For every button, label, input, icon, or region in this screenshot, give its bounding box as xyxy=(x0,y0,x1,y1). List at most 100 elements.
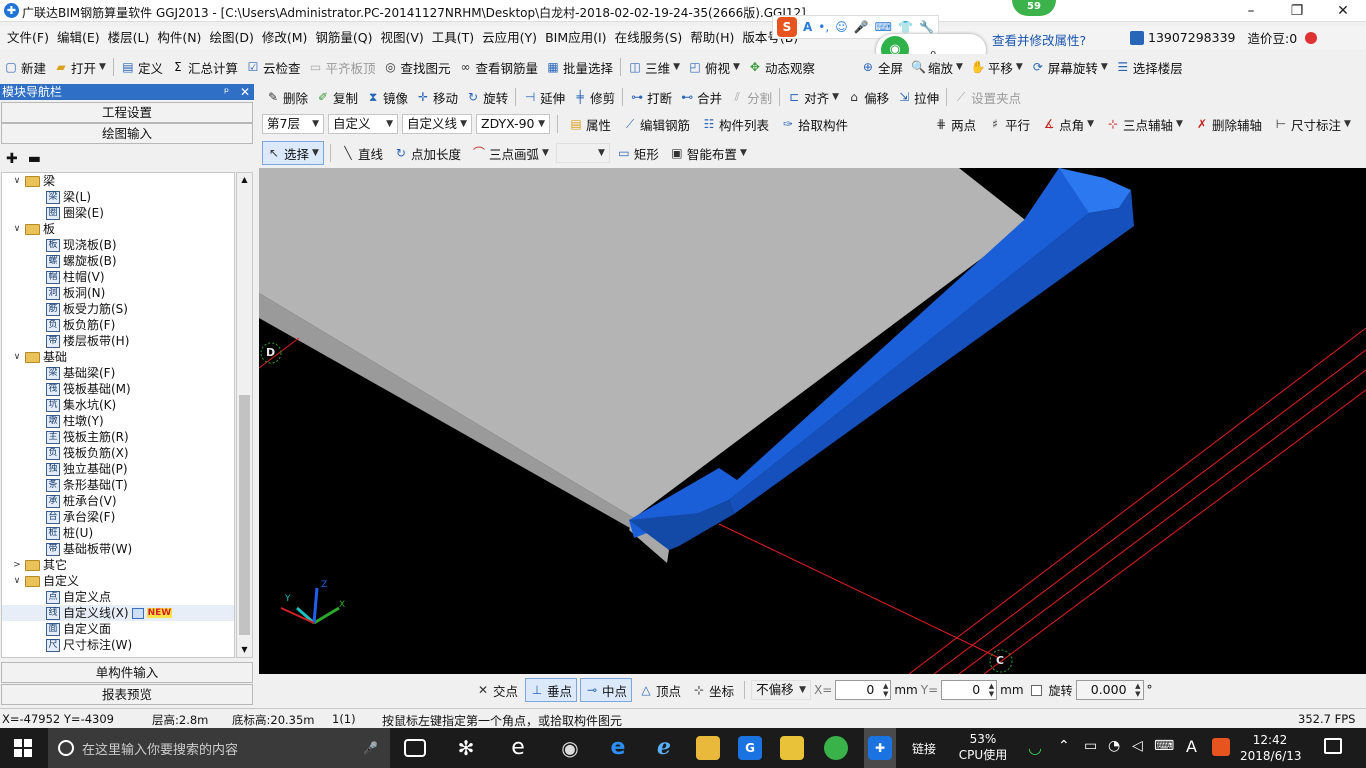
split-button[interactable]: ⫽ 分割 xyxy=(726,85,776,109)
menu-tools[interactable]: 工具(T) xyxy=(428,26,478,50)
menu-online[interactable]: 在线服务(S) xyxy=(611,26,687,50)
property-tip-link[interactable]: 查看并修改属性? xyxy=(992,30,1086,49)
find-element-button[interactable]: ◎ 查找图元 xyxy=(380,55,455,79)
notes-app-icon[interactable] xyxy=(780,736,804,760)
stretch-button[interactable]: ⇲ 拉伸 xyxy=(893,85,943,109)
three-point-arc-button[interactable]: ⌒ 三点画弧 ▼ xyxy=(468,141,553,165)
tree-item[interactable]: 点自定义点 xyxy=(2,589,234,605)
parallel-button[interactable]: ♯ 平行 xyxy=(984,112,1034,136)
tree-item[interactable]: 坑集水坑(K) xyxy=(2,397,234,413)
tree-item[interactable]: 板现浇板(B) xyxy=(2,237,234,253)
drawing-viewport[interactable]: D C X Y Z xyxy=(259,168,1366,674)
x-offset-input[interactable]: 0 ▲ ▼ xyxy=(835,680,892,700)
expand-toggle-icon[interactable]: > xyxy=(12,557,22,573)
rotate-screen-button[interactable]: ⟳ 屏幕旋转 ▼ xyxy=(1027,55,1112,79)
align-button[interactable]: ⊏ 对齐 ▼ xyxy=(783,85,843,109)
floor-select[interactable]: 第7层 ▼ xyxy=(262,114,324,134)
report-preview-button[interactable]: 报表预览 xyxy=(1,684,253,705)
tree-item[interactable]: 尺尺寸标注(W) xyxy=(2,637,234,653)
batch-select-button[interactable]: ▦ 批量选择 xyxy=(542,55,617,79)
y-offset-input[interactable]: 0 ▲ ▼ xyxy=(941,680,998,700)
pick-member-button[interactable]: ✑ 拾取构件 xyxy=(777,112,852,136)
extend-button[interactable]: ⊣ 延伸 xyxy=(519,85,569,109)
tree-item[interactable]: 主筏板主筋(R) xyxy=(2,429,234,445)
task-view-icon[interactable] xyxy=(404,739,426,757)
glodon-app-icon[interactable]: G xyxy=(738,736,762,760)
menu-modify[interactable]: 修改(M) xyxy=(258,26,312,50)
offset-button[interactable]: ⌂ 偏移 xyxy=(843,85,893,109)
tree-item[interactable]: 筋板受力筋(S) xyxy=(2,301,234,317)
tree-item[interactable]: 条条形基础(T) xyxy=(2,477,234,493)
rotate-angle-input[interactable]: 0.000 ▲ ▼ xyxy=(1075,680,1144,700)
rotate-checkbox[interactable] xyxy=(1030,684,1042,696)
edge-browser-icon[interactable]: e xyxy=(606,736,630,760)
menu-bim[interactable]: BIM应用(I) xyxy=(541,26,611,50)
delete-button[interactable]: ✎ 删除 xyxy=(262,85,312,109)
snap-intersection-button[interactable]: ✕ 交点 xyxy=(472,678,522,702)
category-select[interactable]: 自定义 ▼ xyxy=(328,114,398,134)
tree-item[interactable]: 梁基础梁(F) xyxy=(2,365,234,381)
dimension-button[interactable]: ⊢ 尺寸标注 ▼ xyxy=(1270,112,1355,136)
new-button[interactable]: ▢ 新建 xyxy=(0,55,50,79)
copy-button[interactable]: ✐ 复制 xyxy=(312,85,362,109)
tree-category[interactable]: ∨ 自定义 xyxy=(2,573,234,589)
tree-category[interactable]: ∨ 梁 xyxy=(2,173,234,189)
sogou-logo-icon[interactable]: S xyxy=(777,17,797,37)
member-list-button[interactable]: ☷ 构件列表 xyxy=(698,112,773,136)
microphone-icon[interactable]: 🎤 xyxy=(363,741,378,755)
move-button[interactable]: ✛ 移动 xyxy=(412,85,462,109)
chevron-up-icon[interactable]: ⌃ xyxy=(1058,738,1070,754)
scroll-up-icon[interactable]: ▲ xyxy=(237,173,252,187)
cpu-meter[interactable]: 53% CPU使用 xyxy=(958,731,1008,763)
trim-button[interactable]: ╪ 修剪 xyxy=(569,85,619,109)
ime-punct-icon[interactable]: •, xyxy=(818,20,829,34)
browser-360-icon[interactable] xyxy=(824,736,848,760)
speed-browser-icon[interactable]: ◉ xyxy=(558,736,582,760)
dynamic-view-button[interactable]: ✥ 动态观察 xyxy=(744,55,819,79)
rectangle-button[interactable]: ▭ 矩形 xyxy=(613,141,663,165)
collapse-toggle-icon[interactable]: ∨ xyxy=(12,349,22,365)
phone-number[interactable]: 13907298339 xyxy=(1148,30,1235,45)
snap-vertex-button[interactable]: △ 顶点 xyxy=(635,678,685,702)
collapse-toggle-icon[interactable]: ∨ xyxy=(12,173,22,189)
member-name-select[interactable]: ZDYX-90 ▼ xyxy=(476,114,550,134)
tree-item[interactable]: 带楼层板带(H) xyxy=(2,333,234,349)
ime-lang-icon[interactable]: A xyxy=(803,20,812,34)
project-settings-button[interactable]: 工程设置 xyxy=(1,102,253,123)
ime-settings-icon[interactable]: 🔧 xyxy=(919,20,934,34)
ime-voice-icon[interactable]: 🎤 xyxy=(854,20,869,34)
minimize-button[interactable]: – xyxy=(1228,0,1274,22)
ie-icon[interactable]: ℯ xyxy=(652,736,676,760)
tree-item[interactable]: 帽柱帽(V) xyxy=(2,269,234,285)
set-grip-button[interactable]: ⟋ 设置夹点 xyxy=(950,85,1025,109)
menu-view[interactable]: 视图(V) xyxy=(376,26,427,50)
tree-item[interactable]: 圈圈梁(E) xyxy=(2,205,234,221)
windows-start-icon[interactable] xyxy=(14,739,32,757)
menu-floor[interactable]: 楼层(L) xyxy=(104,26,154,50)
rotate-spinner-icon[interactable]: ▲ ▼ xyxy=(1135,682,1140,698)
mirror-button[interactable]: ⧗ 镜像 xyxy=(362,85,412,109)
maximize-button[interactable]: ❐ xyxy=(1274,0,1320,22)
menu-draw[interactable]: 绘图(D) xyxy=(205,26,257,50)
collapse-all-icon[interactable]: ▬ xyxy=(28,151,41,167)
y-spinner-icon[interactable]: ▲ ▼ xyxy=(989,682,994,698)
single-member-input-button[interactable]: 单构件输入 xyxy=(1,662,253,683)
tree-item[interactable]: 带基础板带(W) xyxy=(2,541,234,557)
tree-item[interactable]: 承桩承台(V) xyxy=(2,493,234,509)
rotate-button[interactable]: ↻ 旋转 xyxy=(462,85,512,109)
collapse-toggle-icon[interactable]: ∨ xyxy=(12,221,22,237)
point-length-button[interactable]: ↻ 点加长度 xyxy=(390,141,465,165)
menu-file[interactable]: 文件(F) xyxy=(3,26,53,50)
delete-axis-button[interactable]: ✗ 删除辅轴 xyxy=(1191,112,1266,136)
network-icon[interactable]: ◔ xyxy=(1108,738,1120,754)
tree-item[interactable]: 独独立基础(P) xyxy=(2,461,234,477)
expand-all-icon[interactable]: ✚ xyxy=(6,151,18,167)
clock[interactable]: 12:42 2018/6/13 xyxy=(1240,732,1302,764)
pan-button[interactable]: ✋ 平移 ▼ xyxy=(967,55,1027,79)
axis-label-c[interactable]: C xyxy=(996,654,1004,667)
snap-perpendicular-button[interactable]: ⊥ 垂点 xyxy=(525,678,578,702)
tree-item[interactable]: 梁梁(L) xyxy=(2,189,234,205)
sum-calc-button[interactable]: Σ 汇总计算 xyxy=(167,55,242,79)
tree-item[interactable]: 台承台梁(F) xyxy=(2,509,234,525)
wifi-tray-icon[interactable]: ◡ xyxy=(1028,738,1042,757)
